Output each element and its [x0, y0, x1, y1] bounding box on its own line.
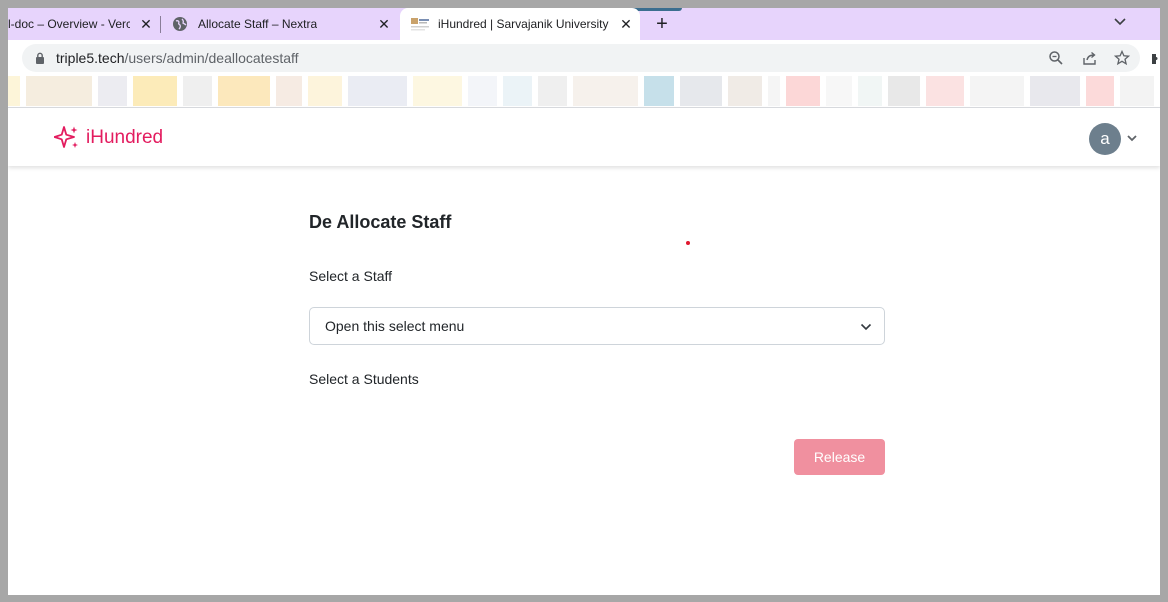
lock-icon — [36, 52, 44, 64]
bookmark-item[interactable] — [218, 76, 270, 106]
bookmark-item[interactable] — [503, 76, 532, 106]
tab-strip: l-doc – Overview - Vercel ✕ Allocate Sta… — [8, 8, 1160, 40]
bookmark-item[interactable] — [728, 76, 762, 106]
tab-allocate-staff[interactable]: Allocate Staff – Nextra ✕ — [162, 8, 398, 40]
staff-select-value: Open this select menu — [325, 318, 465, 334]
chevron-down-icon[interactable] — [1112, 14, 1128, 30]
star-icon[interactable] — [1114, 50, 1130, 66]
browser-toolbar: triple5.tech/users/admin/deallocatestaff — [8, 40, 1160, 76]
bookmark-item[interactable] — [786, 76, 820, 106]
main-content: De Allocate Staff Select a Staff Open th… — [8, 166, 1160, 595]
bookmark-item[interactable] — [1086, 76, 1114, 106]
tab-title: l-doc – Overview - Vercel — [8, 17, 130, 31]
bookmark-item[interactable] — [468, 76, 497, 106]
page-title: De Allocate Staff — [309, 212, 452, 232]
bookmark-item[interactable] — [1030, 76, 1080, 106]
app-header: iHundred a — [8, 108, 1160, 166]
extensions-icon[interactable] — [1151, 52, 1160, 66]
bookmark-item[interactable] — [573, 76, 638, 106]
tab-vercel[interactable]: l-doc – Overview - Vercel ✕ — [8, 8, 160, 40]
close-icon[interactable]: ✕ — [138, 16, 154, 32]
bookmark-item[interactable] — [98, 76, 127, 106]
release-button[interactable]: Release — [794, 439, 885, 475]
bookmark-item[interactable] — [926, 76, 964, 106]
university-favicon-icon — [411, 18, 429, 31]
bookmark-item[interactable] — [768, 76, 780, 106]
bookmark-item[interactable] — [858, 76, 882, 106]
new-tab-button[interactable]: + — [652, 14, 672, 34]
bookmark-item[interactable] — [680, 76, 722, 106]
address-bar[interactable]: triple5.tech/users/admin/deallocatestaff — [22, 44, 1140, 72]
bookmark-item[interactable] — [538, 76, 567, 106]
browser-window: l-doc – Overview - Vercel ✕ Allocate Sta… — [8, 8, 1160, 595]
close-icon[interactable]: ✕ — [376, 16, 392, 32]
bookmarks-bar — [8, 76, 1160, 108]
bookmark-item[interactable] — [8, 76, 20, 106]
bookmark-item[interactable] — [888, 76, 920, 106]
sparkle-logo-icon[interactable] — [54, 125, 80, 151]
bookmark-item[interactable] — [826, 76, 852, 106]
globe-icon — [173, 17, 187, 31]
close-icon[interactable]: ✕ — [618, 16, 634, 32]
zoom-icon[interactable] — [1048, 50, 1064, 66]
bookmark-item[interactable] — [644, 76, 674, 106]
url-path: /users/admin/deallocatestaff — [124, 50, 299, 66]
share-icon[interactable] — [1082, 50, 1098, 66]
bookmark-item[interactable] — [133, 76, 177, 106]
chevron-down-icon — [860, 323, 872, 331]
tab-title: Allocate Staff – Nextra — [198, 17, 318, 31]
cursor-dot — [686, 241, 690, 245]
tab-title: iHundred | Sarvajanik University — [438, 17, 609, 31]
staff-label: Select a Staff — [309, 268, 393, 284]
chevron-down-icon[interactable] — [1126, 132, 1138, 144]
staff-select[interactable]: Open this select menu — [309, 307, 885, 345]
bookmark-item[interactable] — [970, 76, 1024, 106]
url-host: triple5.tech — [56, 50, 125, 66]
brand-name[interactable]: iHundred — [86, 127, 163, 149]
bookmark-item[interactable] — [26, 76, 92, 106]
bookmark-item[interactable] — [413, 76, 462, 106]
tab-ihundred[interactable]: iHundred | Sarvajanik University ✕ — [400, 8, 640, 40]
bookmark-item[interactable] — [183, 76, 212, 106]
bookmark-item[interactable] — [348, 76, 407, 106]
url-text[interactable]: triple5.tech/users/admin/deallocatestaff — [56, 50, 299, 66]
bookmark-item[interactable] — [1120, 76, 1154, 106]
students-label: Select a Students — [309, 371, 419, 387]
bookmark-item[interactable] — [308, 76, 342, 106]
tab-divider — [160, 16, 161, 33]
avatar[interactable]: a — [1089, 123, 1121, 155]
bookmark-item[interactable] — [276, 76, 302, 106]
